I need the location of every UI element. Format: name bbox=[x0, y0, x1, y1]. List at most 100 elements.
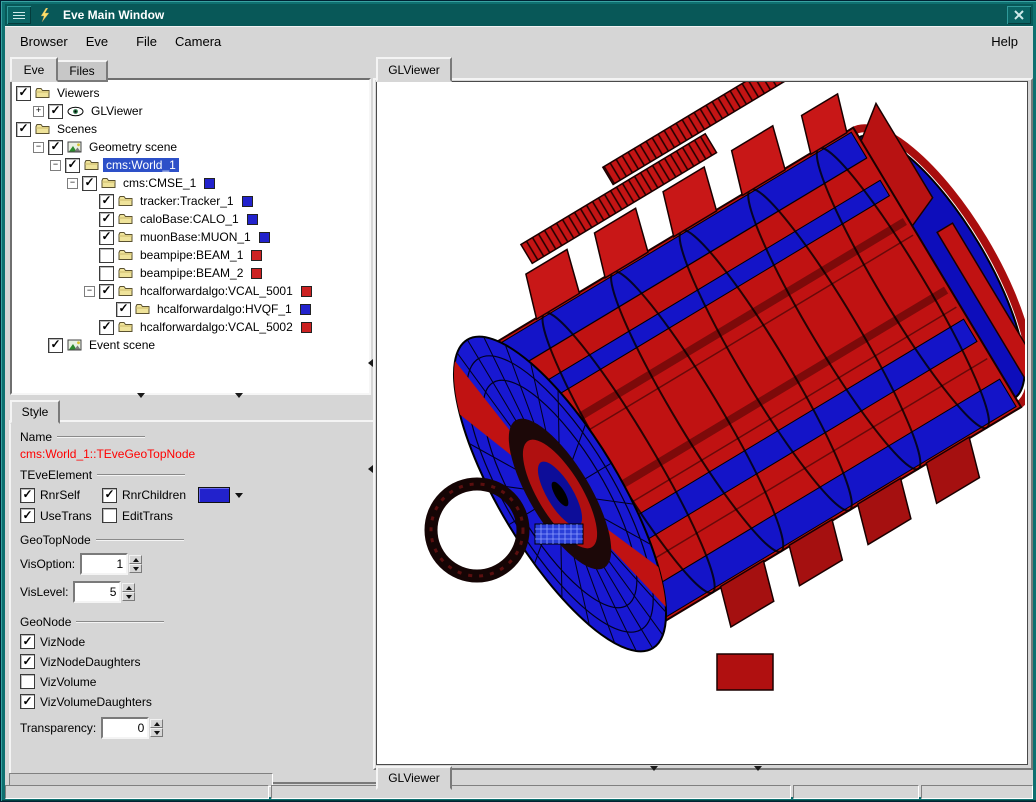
tree-item-label[interactable]: beampipe:BEAM_1 bbox=[137, 248, 246, 262]
vislevel-field: VisLevel: bbox=[20, 581, 378, 603]
vizvolume-option[interactable]: VizVolume bbox=[20, 674, 378, 689]
viznode-checkbox[interactable] bbox=[20, 634, 35, 649]
tree-item-label[interactable]: beampipe:BEAM_2 bbox=[137, 266, 246, 280]
tab-glviewer-bottom[interactable]: GLViewer bbox=[376, 766, 452, 790]
tree-checkbox[interactable] bbox=[82, 176, 97, 191]
vislevel-spin-up[interactable] bbox=[122, 583, 135, 592]
viznode-option[interactable]: VizNode bbox=[20, 634, 378, 649]
splitter-arrow[interactable] bbox=[235, 393, 243, 398]
tab-style[interactable]: Style bbox=[10, 400, 60, 424]
menu-browser[interactable]: Browser bbox=[11, 30, 77, 53]
vizvolumedaughters-checkbox[interactable] bbox=[20, 694, 35, 709]
tab-glviewer[interactable]: GLViewer bbox=[376, 57, 452, 82]
vizvolumedaughters-option[interactable]: VizVolumeDaughters bbox=[20, 694, 378, 709]
gl-viewport[interactable] bbox=[376, 81, 1028, 765]
window-menu-button[interactable] bbox=[7, 6, 31, 24]
tree-item-label[interactable]: muonBase:MUON_1 bbox=[137, 230, 254, 244]
menu-eve[interactable]: Eve bbox=[77, 30, 117, 53]
visoption-spin-down[interactable] bbox=[129, 564, 142, 573]
tree-checkbox[interactable] bbox=[48, 104, 63, 119]
color-swatch bbox=[204, 178, 215, 189]
tree-row: Scenes bbox=[16, 120, 369, 138]
tab-files[interactable]: Files bbox=[56, 60, 108, 82]
tree-expand-icon[interactable] bbox=[33, 106, 44, 117]
menu-camera[interactable]: Camera bbox=[166, 30, 230, 53]
section-name: Name bbox=[20, 430, 378, 444]
rnrchildren-checkbox[interactable] bbox=[102, 488, 117, 503]
tree-item-label[interactable]: GLViewer bbox=[88, 104, 146, 118]
titlebar[interactable]: Eve Main Window bbox=[5, 4, 1033, 26]
tree-item-label[interactable]: Event scene bbox=[86, 338, 158, 352]
tree-row: Event scene bbox=[33, 336, 369, 354]
edittrans-option[interactable]: EditTrans bbox=[102, 508, 173, 523]
eve-main-window: Eve Main Window Browser Eve File Camera … bbox=[0, 0, 1036, 802]
tree-checkbox[interactable] bbox=[99, 230, 114, 245]
tree-checkbox[interactable] bbox=[99, 194, 114, 209]
usetrans-checkbox[interactable] bbox=[20, 508, 35, 523]
usetrans-option[interactable]: UseTrans bbox=[20, 508, 102, 523]
splitter-arrow[interactable] bbox=[754, 766, 762, 771]
tab-eve[interactable]: Eve bbox=[10, 57, 58, 82]
tree-item-label[interactable]: Scenes bbox=[54, 122, 100, 136]
rnrself-checkbox[interactable] bbox=[20, 488, 35, 503]
tree-checkbox[interactable] bbox=[65, 158, 80, 173]
tree-checkbox[interactable] bbox=[99, 248, 114, 263]
folder-icon bbox=[118, 231, 133, 243]
color-dropdown-icon[interactable] bbox=[235, 493, 243, 498]
main-color-button[interactable] bbox=[198, 487, 230, 503]
statusbar bbox=[5, 785, 1033, 797]
visoption-spin-up[interactable] bbox=[129, 555, 142, 564]
statusbar-segment bbox=[271, 785, 791, 799]
tree-checkbox[interactable] bbox=[99, 266, 114, 281]
tree-checkbox[interactable] bbox=[99, 284, 114, 299]
tree-item-label[interactable]: caloBase:CALO_1 bbox=[137, 212, 242, 226]
tree-collapse-icon[interactable] bbox=[33, 142, 44, 153]
transparency-spin-up[interactable] bbox=[150, 719, 163, 728]
tree-checkbox[interactable] bbox=[99, 212, 114, 227]
splitter-arrow[interactable] bbox=[650, 766, 658, 771]
statusbar-segment bbox=[921, 785, 1033, 799]
tree-row: Geometry scene bbox=[33, 138, 369, 156]
tree-checkbox[interactable] bbox=[99, 320, 114, 335]
rnrself-option[interactable]: RnrSelf bbox=[20, 488, 102, 503]
tree-item-label[interactable]: tracker:Tracker_1 bbox=[137, 194, 237, 208]
tree-checkbox[interactable] bbox=[16, 122, 31, 137]
viznodedaughters-option[interactable]: VizNodeDaughters bbox=[20, 654, 378, 669]
viznodedaughters-checkbox[interactable] bbox=[20, 654, 35, 669]
folder-icon bbox=[118, 267, 133, 279]
tree-checkbox[interactable] bbox=[16, 86, 31, 101]
tree-item-label[interactable]: Viewers bbox=[54, 86, 102, 100]
menu-help[interactable]: Help bbox=[982, 30, 1027, 53]
close-icon bbox=[1014, 10, 1024, 20]
eye-icon bbox=[67, 106, 84, 117]
tree-row-selected: cms:World_1 bbox=[50, 156, 369, 174]
tree-item-label[interactable]: hcalforwardalgo:VCAL_5002 bbox=[137, 320, 296, 334]
rnrchildren-option[interactable]: RnrChildren bbox=[102, 488, 186, 503]
vizvolume-checkbox[interactable] bbox=[20, 674, 35, 689]
vislevel-input[interactable] bbox=[73, 581, 121, 603]
tree-item-label[interactable]: Geometry scene bbox=[86, 140, 180, 154]
tree-collapse-icon[interactable] bbox=[67, 178, 78, 189]
tree-collapse-icon[interactable] bbox=[50, 160, 61, 171]
tree-item-label[interactable]: hcalforwardalgo:VCAL_5001 bbox=[137, 284, 296, 298]
close-button[interactable] bbox=[1007, 6, 1031, 24]
tree-row: beampipe:BEAM_1 bbox=[84, 246, 369, 264]
menu-file[interactable]: File bbox=[127, 30, 166, 53]
tree-item-label[interactable]: hcalforwardalgo:HVQF_1 bbox=[154, 302, 295, 316]
tree-checkbox[interactable] bbox=[116, 302, 131, 317]
edittrans-checkbox[interactable] bbox=[102, 508, 117, 523]
color-swatch bbox=[301, 286, 312, 297]
splitter-arrow[interactable] bbox=[137, 393, 145, 398]
transparency-input[interactable] bbox=[101, 717, 149, 739]
color-swatch bbox=[247, 214, 258, 225]
tree-item-label[interactable]: cms:CMSE_1 bbox=[120, 176, 199, 190]
visoption-input[interactable] bbox=[80, 553, 128, 575]
vislevel-label: VisLevel: bbox=[20, 585, 68, 599]
vislevel-spin-down[interactable] bbox=[122, 592, 135, 601]
section-teveelement: TEveElement bbox=[20, 468, 378, 482]
tree-checkbox[interactable] bbox=[48, 140, 63, 155]
tree-item-label[interactable]: cms:World_1 bbox=[103, 158, 179, 172]
tree-collapse-icon[interactable] bbox=[84, 286, 95, 297]
tree-checkbox[interactable] bbox=[48, 338, 63, 353]
transparency-spin-down[interactable] bbox=[150, 728, 163, 737]
